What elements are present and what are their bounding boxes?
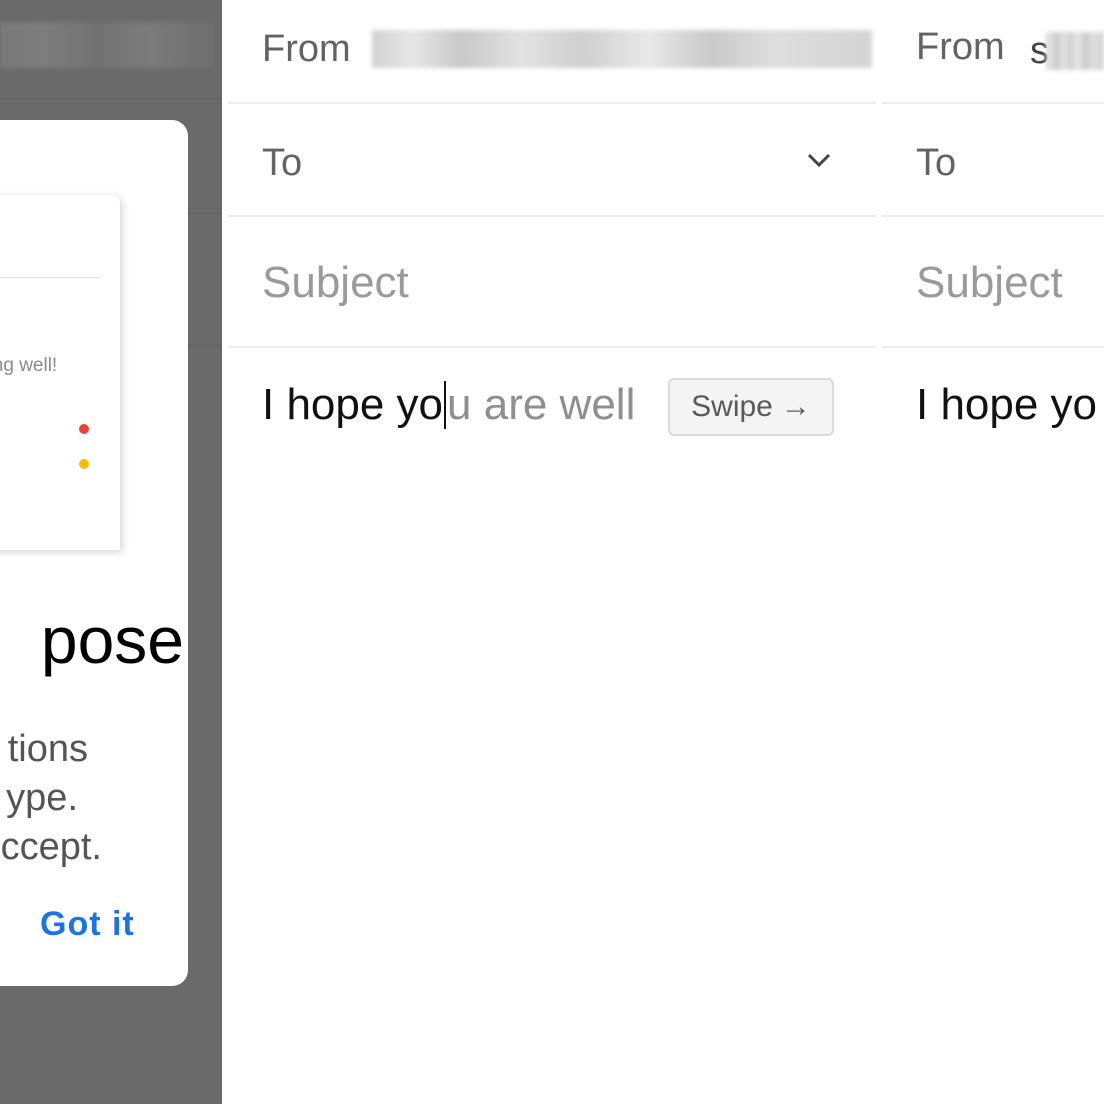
compose-panel-suggestion: From To Subject I hope you are well Swip…: [228, 0, 876, 1104]
dialog-description-line: tions: [7, 728, 88, 770]
compose-panel-plain: From s To Subject I hope yo: [882, 0, 1104, 1104]
illustration-divider: [0, 277, 100, 278]
subject-input[interactable]: Subject: [262, 258, 409, 308]
divider: [882, 346, 1104, 348]
divider: [882, 215, 1104, 217]
from-label: From: [262, 28, 351, 70]
from-label: From: [916, 26, 1005, 68]
arrow-right-icon: →: [780, 390, 811, 423]
divider: [228, 346, 876, 348]
onboarding-panel: ping well! pose tions ype. ccept. Got it: [0, 0, 222, 1104]
divider: [0, 98, 222, 99]
illustration: ping well!: [0, 195, 120, 550]
blurred-header: [0, 22, 215, 68]
dialog-description-line: ype.: [6, 777, 78, 819]
got-it-button[interactable]: Got it: [40, 905, 135, 944]
yellow-dot-icon: [79, 459, 89, 469]
illustration-text: ping well!: [0, 355, 58, 376]
smart-compose-dialog: ping well! pose tions ype. ccept. Got it: [0, 120, 188, 986]
text-cursor: [444, 381, 447, 429]
to-label: To: [262, 142, 303, 184]
to-label: To: [916, 142, 957, 184]
body-typed-text: I hope yo: [916, 380, 1098, 429]
dialog-description-line: ccept.: [0, 826, 102, 868]
swipe-hint-chip[interactable]: Swipe →: [668, 378, 834, 436]
from-address-redacted[interactable]: [1046, 32, 1104, 70]
chevron-down-icon[interactable]: [805, 148, 833, 172]
subject-input[interactable]: Subject: [916, 258, 1063, 308]
from-address-redacted[interactable]: [372, 30, 872, 68]
red-dot-icon: [79, 424, 89, 434]
divider: [882, 102, 1104, 104]
body-input[interactable]: I hope you are well: [262, 380, 635, 430]
divider: [228, 102, 876, 104]
dialog-title: pose: [40, 603, 184, 677]
swipe-label: Swipe: [691, 390, 773, 423]
body-typed-text: I hope yo: [262, 380, 444, 429]
smart-compose-suggestion: u are well: [447, 380, 636, 429]
divider: [228, 215, 876, 217]
body-input[interactable]: I hope yo: [916, 380, 1097, 430]
